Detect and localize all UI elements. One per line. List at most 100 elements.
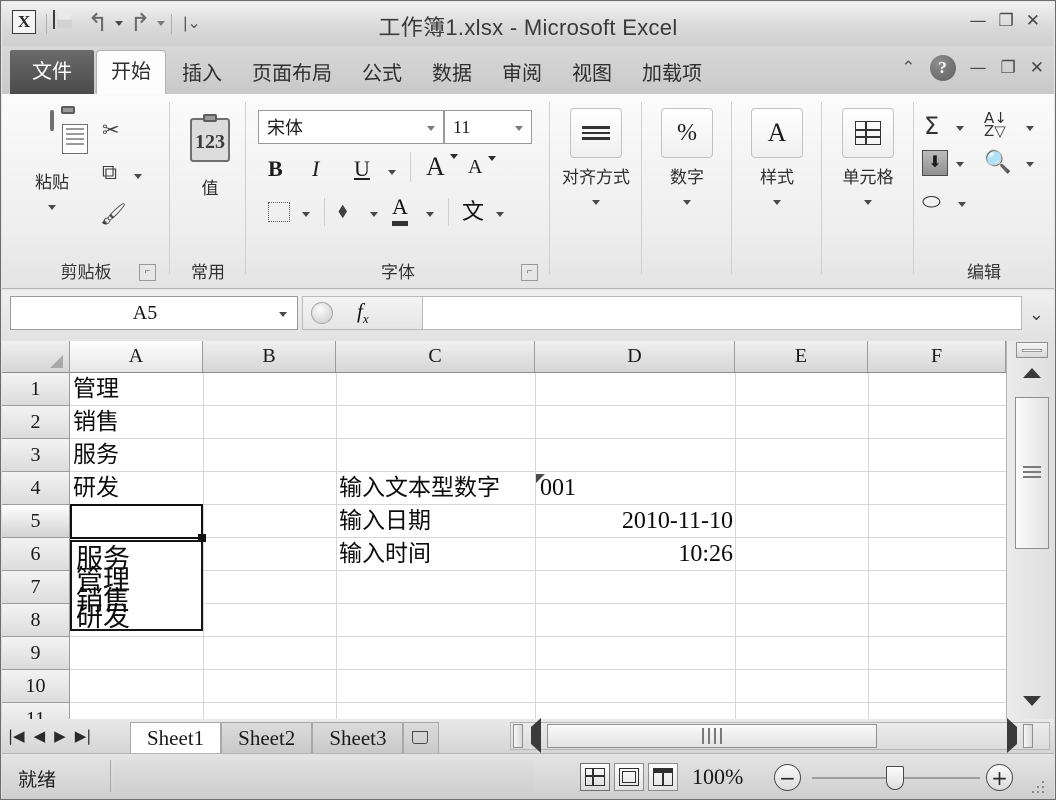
insert-function-icon[interactable]: fx (357, 299, 369, 327)
formula-input[interactable] (422, 296, 1022, 330)
font-size-dropdown-icon[interactable] (515, 126, 523, 131)
border-dropdown-icon[interactable] (302, 212, 310, 217)
copy-icon[interactable]: ⧉ (102, 160, 117, 185)
tab-addins[interactable]: 加载项 (628, 54, 716, 94)
select-all-corner[interactable] (2, 341, 70, 372)
scroll-down-icon[interactable] (1016, 689, 1048, 713)
cell-C4[interactable]: 输入文本型数字 (339, 472, 539, 505)
tab-view[interactable]: 视图 (558, 54, 626, 94)
dropdown-item-3[interactable]: 研发 (76, 604, 130, 629)
row-header-9[interactable]: 9 (2, 637, 70, 670)
last-sheet-icon[interactable]: ▶| (75, 727, 92, 745)
zoom-out-button[interactable]: − (774, 764, 801, 791)
row-header-11[interactable]: 11 (2, 703, 70, 719)
format-painter-icon[interactable]: 🖌 (100, 202, 127, 227)
sort-dropdown-icon[interactable] (1026, 126, 1034, 131)
cell-D4[interactable]: 001 (540, 472, 730, 505)
close-icon[interactable]: ✕ (1026, 12, 1040, 30)
paste-button[interactable]: 粘贴 (16, 110, 88, 215)
row-header-6[interactable]: 6 (2, 538, 70, 571)
name-box[interactable]: A5 (10, 296, 298, 330)
next-sheet-icon[interactable]: ▶ (54, 727, 66, 745)
row-header-4[interactable]: 4 (2, 472, 70, 505)
underline-dropdown-icon[interactable] (388, 170, 396, 175)
cells-collapsed-button[interactable]: 单元格 (825, 108, 911, 210)
row-header-5[interactable]: 5 (2, 505, 70, 538)
collapse-ribbon-icon[interactable]: ⌃ (901, 58, 915, 78)
column-header-e[interactable]: E (735, 341, 868, 372)
phonetic-dropdown-icon[interactable] (496, 212, 504, 217)
number-collapsed-button[interactable]: % 数字 (644, 108, 730, 210)
row-header-8[interactable]: 8 (2, 604, 70, 637)
sheet-tab-sheet3[interactable]: Sheet3 (312, 722, 404, 753)
horizontal-split-box[interactable] (1023, 724, 1033, 748)
sheet-tab-sheet2[interactable]: Sheet2 (221, 722, 313, 753)
value-button[interactable]: 123 值 (188, 114, 232, 199)
italic-button[interactable]: I (312, 156, 319, 182)
grow-font-button[interactable]: A (426, 152, 445, 182)
clear-icon[interactable]: ⬭ (922, 190, 941, 215)
font-color-icon[interactable]: A (392, 194, 408, 226)
row-header-1[interactable]: 1 (2, 373, 70, 406)
resize-grip[interactable] (1032, 781, 1046, 793)
normal-view-icon[interactable] (580, 763, 610, 791)
cut-icon[interactable]: ✂ (102, 118, 120, 142)
fill-icon[interactable]: ⬇ (922, 150, 948, 176)
data-validation-dropdown[interactable]: 服务 管理 销售 研发 (70, 540, 203, 631)
cell-C6[interactable]: 输入时间 (339, 538, 539, 571)
page-break-view-icon[interactable] (648, 763, 678, 791)
cancel-enter-button[interactable] (311, 302, 333, 324)
column-header-b[interactable]: B (203, 341, 336, 372)
styles-dropdown-icon[interactable] (773, 200, 781, 205)
tab-formulas[interactable]: 公式 (348, 54, 416, 94)
first-sheet-icon[interactable]: |◀ (8, 727, 25, 745)
page-layout-view-icon[interactable] (614, 763, 644, 791)
cells-dropdown-icon[interactable] (864, 200, 872, 205)
tab-data[interactable]: 数据 (418, 54, 486, 94)
new-sheet-icon[interactable] (403, 722, 440, 753)
fill-color-icon[interactable]: ⬧ (338, 198, 347, 223)
copy-dropdown-icon[interactable] (134, 174, 142, 179)
column-header-c[interactable]: C (336, 341, 535, 372)
cell-D6[interactable]: 10:26 (538, 538, 733, 571)
column-header-a[interactable]: A (70, 341, 203, 372)
scroll-left-icon[interactable] (531, 718, 541, 753)
styles-collapsed-button[interactable]: A 样式 (734, 108, 820, 210)
font-size-input[interactable]: 11 (444, 110, 532, 144)
fill-color-dropdown-icon[interactable] (370, 212, 378, 217)
font-name-input[interactable]: 宋体 (258, 110, 444, 144)
zoom-slider-thumb[interactable] (886, 766, 904, 790)
border-icon[interactable] (268, 202, 290, 222)
find-dropdown-icon[interactable] (1026, 162, 1034, 167)
zoom-in-button[interactable]: + (986, 764, 1013, 791)
cell-A4[interactable]: 研发 (73, 472, 201, 505)
font-dialog-launcher[interactable]: ⌐ (521, 264, 538, 281)
shrink-font-button[interactable]: A (468, 156, 482, 179)
horizontal-scroll-thumb[interactable] (547, 724, 877, 748)
autosum-dropdown-icon[interactable] (956, 126, 964, 131)
sheet-tab-sheet1[interactable]: Sheet1 (130, 722, 222, 753)
find-select-icon[interactable]: 🔍 (984, 150, 1011, 175)
number-dropdown-icon[interactable] (683, 200, 691, 205)
row-header-7[interactable]: 7 (2, 571, 70, 604)
font-color-dropdown-icon[interactable] (426, 212, 434, 217)
name-box-dropdown-icon[interactable] (279, 312, 287, 317)
column-header-f[interactable]: F (868, 341, 1006, 372)
workbook-close-icon[interactable]: ✕ (1030, 59, 1044, 77)
cell-area[interactable]: 管理 销售 服务 研发 输入文本型数字 001 输入日期 2010-11-10 … (70, 373, 1006, 719)
expand-formula-bar-icon[interactable]: ⌄ (1029, 304, 1044, 325)
help-icon[interactable]: ? (929, 55, 956, 81)
restore-icon[interactable]: ❐ (999, 12, 1014, 30)
tab-insert[interactable]: 插入 (168, 54, 236, 94)
minimize-icon[interactable]: — (970, 12, 987, 30)
alignment-collapsed-button[interactable]: 对齐方式 (553, 108, 639, 210)
vertical-scroll-thumb[interactable] (1015, 397, 1049, 549)
fill-dropdown-icon[interactable] (956, 162, 964, 167)
alignment-dropdown-icon[interactable] (592, 200, 600, 205)
scroll-up-icon[interactable] (1016, 361, 1048, 385)
bold-button[interactable]: B (268, 156, 283, 182)
tab-review[interactable]: 审阅 (488, 54, 556, 94)
cell-A1[interactable]: 管理 (73, 373, 201, 406)
prev-sheet-icon[interactable]: ◀ (34, 727, 46, 745)
underline-button[interactable]: U (354, 156, 370, 182)
